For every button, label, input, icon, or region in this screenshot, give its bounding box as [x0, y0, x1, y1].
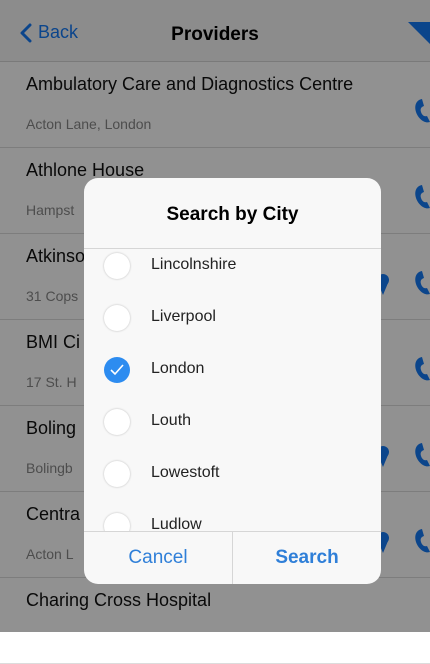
radio-checked-icon[interactable]: [104, 357, 130, 383]
city-option-label: Louth: [151, 412, 192, 429]
radio-unchecked-icon[interactable]: [104, 409, 130, 435]
city-option[interactable]: Louth: [84, 396, 381, 448]
city-option[interactable]: Ludlow: [84, 500, 381, 531]
city-option-label: Lowestoft: [151, 464, 220, 481]
radio-unchecked-icon[interactable]: [104, 305, 130, 331]
dialog-title: Search by City: [166, 204, 299, 225]
checkmark-icon: [110, 364, 124, 376]
dialog-actions: Cancel Search: [84, 531, 381, 584]
city-option-label: Lincolnshire: [151, 256, 237, 273]
search-by-city-dialog: Search by City Lincolnshire Liverpool Lond…: [84, 178, 381, 584]
city-option[interactable]: London: [84, 344, 381, 396]
city-option-label: London: [151, 360, 205, 377]
search-button[interactable]: Search: [232, 532, 381, 584]
radio-unchecked-icon[interactable]: [104, 513, 130, 531]
radio-unchecked-icon[interactable]: [104, 461, 130, 487]
city-option-label: Ludlow: [151, 516, 202, 531]
radio-unchecked-icon[interactable]: [104, 253, 130, 279]
cancel-button[interactable]: Cancel: [84, 532, 232, 584]
city-options-list[interactable]: Lincolnshire Liverpool London Louth Lowestof…: [84, 249, 381, 531]
city-option[interactable]: Lincolnshire: [84, 249, 381, 292]
city-option[interactable]: Lowestoft: [84, 448, 381, 500]
city-option-label: Liverpool: [151, 308, 216, 325]
city-option[interactable]: Liverpool: [84, 292, 381, 344]
